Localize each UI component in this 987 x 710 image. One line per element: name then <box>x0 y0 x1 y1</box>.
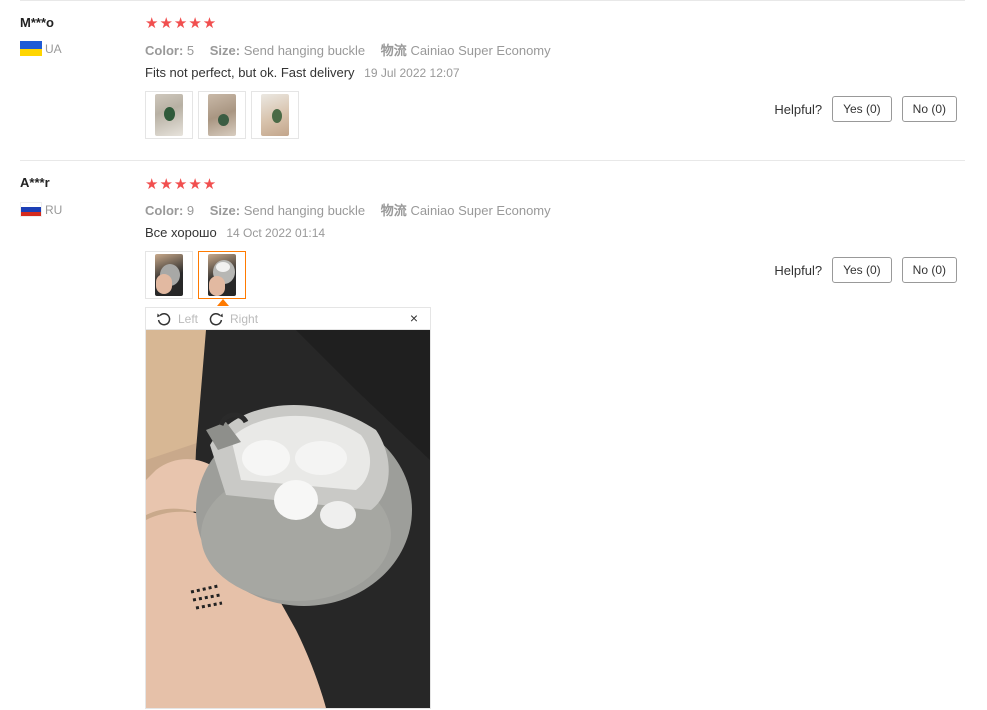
ukraine-flag-icon <box>20 41 42 56</box>
close-icon[interactable]: × <box>410 310 418 326</box>
reviewer-name: M***o <box>20 15 54 30</box>
color-label: Color: <box>145 203 184 218</box>
helpful-no-button[interactable]: No (0) <box>901 257 957 283</box>
review-date: 19 Jul 2022 12:07 <box>364 66 460 80</box>
viewer-pointer <box>217 299 229 306</box>
photo-viewer: Left Right × <box>145 299 431 709</box>
size-label: Size: <box>209 43 241 58</box>
shipping-label: 物流 <box>380 203 407 218</box>
helpful-yes-button[interactable]: Yes (0) <box>832 96 892 122</box>
country-code: RU <box>45 202 63 217</box>
rotate-right-icon <box>209 312 223 325</box>
rotate-left-button[interactable]: Left <box>156 311 198 327</box>
reviewer-name: A***r <box>20 175 50 190</box>
rotate-left-label: Left <box>178 311 199 326</box>
helpful-section: Helpful? Yes (0) No (0) <box>774 96 957 122</box>
review-photo-thumbnail[interactable] <box>198 91 246 139</box>
reviewer-country: UA <box>20 41 62 56</box>
reviewer-country: RU <box>20 202 62 217</box>
helpful-yes-button[interactable]: Yes (0) <box>832 257 892 283</box>
russia-flag-icon <box>20 202 42 217</box>
color-value: 5 <box>186 43 195 58</box>
shipping-value: Cainiao Super Economy <box>410 203 551 218</box>
size-label: Size: <box>209 203 241 218</box>
review-content: Все хорошо 14 Oct 2022 01:14 <box>145 225 325 240</box>
helpful-label: Helpful? <box>774 262 823 278</box>
size-value: Send hanging buckle <box>243 203 366 218</box>
helpful-label: Helpful? <box>774 101 823 117</box>
review-photos <box>145 91 299 139</box>
review-photos <box>145 251 246 299</box>
review-photo-enlarged <box>145 330 431 709</box>
shipping-label: 物流 <box>380 43 407 58</box>
rotate-right-label: Right <box>230 311 259 326</box>
helpful-no-button[interactable]: No (0) <box>901 96 957 122</box>
color-value: 9 <box>186 203 195 218</box>
review-photo-thumbnail-selected[interactable] <box>198 251 246 299</box>
review-photo-thumbnail[interactable] <box>145 251 193 299</box>
review-photo-thumbnail[interactable] <box>251 91 299 139</box>
country-code: UA <box>45 41 62 56</box>
rotate-right-button[interactable]: Right <box>208 311 258 327</box>
shipping-value: Cainiao Super Economy <box>410 43 551 58</box>
size-value: Send hanging buckle <box>243 43 366 58</box>
rotate-left-icon <box>157 312 171 325</box>
review-text: Все хорошо <box>145 225 217 240</box>
review-item: A***r RU ★★★★★ Color: 9 Size: Send hangi… <box>0 161 987 710</box>
review-attributes: Color: 5 Size: Send hanging buckle 物流 Ca… <box>145 40 563 59</box>
star-rating: ★★★★★ <box>145 176 218 193</box>
earbuds-case-photo <box>146 330 430 708</box>
color-label: Color: <box>145 43 184 58</box>
review-item: M***o UA ★★★★★ Color: 5 Size: Send hangi… <box>0 0 987 160</box>
helpful-section: Helpful? Yes (0) No (0) <box>774 257 957 283</box>
review-content: Fits not perfect, but ok. Fast delivery … <box>145 65 460 80</box>
review-date: 14 Oct 2022 01:14 <box>226 226 326 240</box>
review-text: Fits not perfect, but ok. Fast delivery <box>145 65 355 80</box>
review-attributes: Color: 9 Size: Send hanging buckle 物流 Ca… <box>145 200 563 219</box>
review-photo-thumbnail[interactable] <box>145 91 193 139</box>
viewer-toolbar: Left Right × <box>145 307 431 330</box>
star-rating: ★★★★★ <box>145 15 218 32</box>
